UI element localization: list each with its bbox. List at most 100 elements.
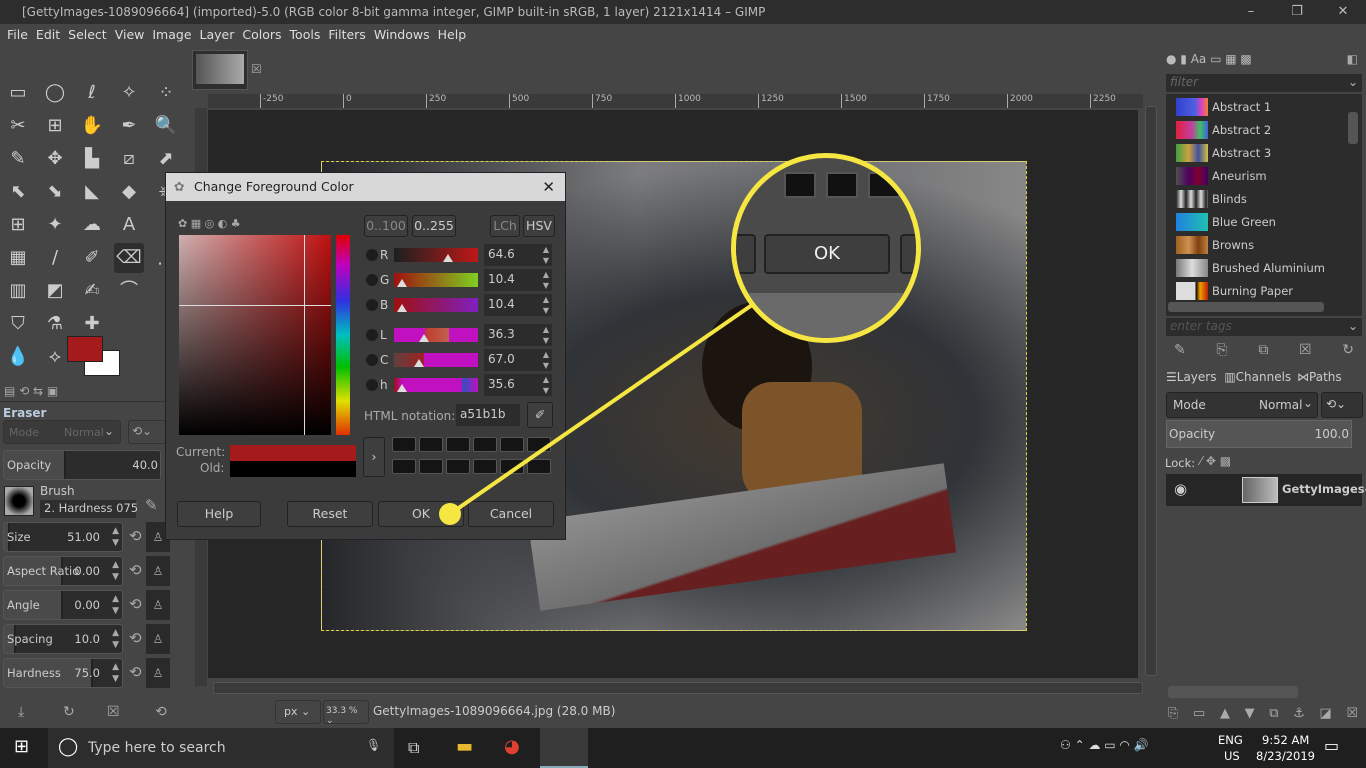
gradient-preview[interactable] (1176, 282, 1208, 300)
reset-param-icon[interactable]: ⟲ (129, 595, 142, 613)
refresh-gradients-icon[interactable]: ↻ (1342, 342, 1354, 358)
menu-help[interactable]: Help (434, 24, 471, 46)
paths-tool-icon[interactable]: ✋ (77, 111, 107, 141)
eyedropper-button[interactable]: ✐ (527, 402, 553, 428)
mode-select[interactable]: Mode Normal ⌄ (3, 420, 121, 444)
channel-radio-B[interactable] (366, 299, 378, 311)
tab-layers[interactable]: ☰Layers (1166, 370, 1216, 384)
reset-param-icon[interactable]: ⟲ (129, 663, 142, 681)
minimize-button[interactable]: – (1228, 0, 1274, 24)
gradient-name[interactable]: Brushed Aluminium (1212, 261, 1325, 275)
tab-channels[interactable]: ▥Channels (1224, 370, 1291, 384)
reset-param-icon[interactable]: ⟲ (129, 561, 142, 579)
rotate-tool-icon[interactable]: ⬉ (3, 177, 33, 207)
edit-gradient-icon[interactable]: ✎ (1174, 342, 1186, 358)
gradient-h-scrollbar[interactable] (1168, 302, 1324, 312)
image-tab-thumbnail[interactable] (192, 50, 248, 90)
close-button[interactable]: ✕ (1320, 0, 1366, 24)
gradient-name[interactable]: Aneurism (1212, 169, 1267, 183)
gradient-preview[interactable] (1176, 236, 1208, 254)
channel-R-slider[interactable] (394, 248, 478, 262)
raise-layer-icon[interactable]: ▲ (1220, 706, 1230, 721)
gradient-preview[interactable] (1176, 167, 1208, 185)
mypaint-tool-icon[interactable]: ✍ (77, 276, 107, 306)
hue-strip[interactable] (336, 235, 350, 435)
channel-L-value[interactable]: 36.3 ▲ ▼ (484, 324, 552, 346)
windows-start-icon[interactable]: ⊞ (14, 736, 29, 757)
channel-radio-L[interactable] (366, 329, 378, 341)
duplicate-gradient-icon[interactable]: ⧉ (1258, 342, 1268, 358)
rect-select-tool-icon[interactable]: ▭ (3, 78, 33, 108)
menu-tools[interactable]: Tools (286, 24, 325, 46)
scissors-tool-icon[interactable]: ✂ (3, 111, 33, 141)
taskbar-search[interactable]: ◯ Type here to search 🎙 (48, 728, 394, 768)
gradient-preview[interactable] (1176, 144, 1208, 162)
scale-tool-icon[interactable]: ⬊ (40, 177, 70, 207)
saturation-value-picker[interactable] (179, 235, 331, 435)
opacity-slider[interactable]: Opacity 40.0 (3, 450, 161, 480)
gradient-preview[interactable] (1176, 98, 1208, 116)
layer-composite-button[interactable]: ⟲⌄ (1321, 392, 1363, 418)
edit-brush-icon[interactable]: ✎ (145, 496, 158, 514)
shear-tool-icon[interactable]: ◣ (77, 177, 107, 207)
gradient-name[interactable]: Blinds (1212, 192, 1247, 206)
notifications-icon[interactable]: ▭ (1324, 736, 1339, 755)
mask-icon[interactable]: ◪ (1319, 706, 1331, 721)
system-tray-icons[interactable]: ⚇ ⌃ ☁ ▭ ◠ 🔊 (1060, 738, 1149, 752)
dodge-tool-icon[interactable]: ⟡ (40, 342, 70, 372)
color-history-swatch[interactable] (500, 437, 524, 452)
align-tool-icon[interactable]: ▙ (77, 144, 107, 174)
menu-layer[interactable]: Layer (196, 24, 239, 46)
new-layer-icon[interactable]: ⎘ (1168, 706, 1178, 721)
range-0-255-button[interactable]: 0..255 (412, 215, 456, 237)
layer-mode-select[interactable]: Mode Normal ⌄ (1166, 392, 1318, 418)
gradient-preview[interactable] (1176, 121, 1208, 139)
reset-param-icon[interactable]: ⟲ (129, 527, 142, 545)
channel-C-value[interactable]: 67.0 ▲ ▼ (484, 349, 552, 371)
lower-layer-icon[interactable]: ▼ (1245, 706, 1255, 721)
spin-arrows-icon[interactable]: ▲ ▼ (112, 559, 119, 583)
angle-slider[interactable]: Angle 0.00 ▲ ▼ (3, 590, 123, 620)
link-param-icon[interactable]: ♙ (146, 556, 170, 586)
color-history-swatch[interactable] (473, 459, 497, 474)
menu-select[interactable]: Select (64, 24, 111, 46)
channel-C-slider[interactable] (394, 353, 478, 367)
color-history-swatch[interactable] (473, 437, 497, 452)
gradient-name[interactable]: Abstract 2 (1212, 123, 1271, 137)
blur-tool-icon[interactable]: 💧 (3, 342, 33, 372)
color-history-swatch[interactable] (446, 437, 470, 452)
color-history-swatch[interactable] (500, 459, 524, 474)
spin-arrows-icon[interactable]: ▲ ▼ (112, 627, 119, 651)
perspective-tool-icon[interactable]: ◆ (114, 177, 144, 207)
color-history-swatch[interactable] (419, 437, 443, 452)
color-history-swatch[interactable] (527, 459, 551, 474)
fuzzy-select-tool-icon[interactable]: ✧ (114, 78, 144, 108)
gradient-preview[interactable] (1176, 213, 1208, 231)
spin-arrows-icon[interactable]: ▲ ▼ (112, 525, 119, 549)
warp-tool-icon[interactable]: ✦ (40, 210, 70, 240)
gradient-name[interactable]: Abstract 3 (1212, 146, 1271, 160)
close-tab-icon[interactable]: ☒ (251, 62, 262, 76)
help-button[interactable]: Help (177, 501, 261, 527)
visibility-eye-icon[interactable]: ◉ (1174, 480, 1187, 498)
menu-windows[interactable]: Windows (370, 24, 434, 46)
channel-h-value[interactable]: 35.6 ▲ ▼ (484, 374, 552, 396)
layer-name[interactable]: GettyImages- (1282, 482, 1366, 496)
delete-layer-icon[interactable]: ☒ (1346, 706, 1358, 721)
brush-name[interactable]: 2. Hardness 075 (40, 500, 138, 518)
hardness-slider[interactable]: Hardness 75.0 ▲ ▼ (3, 658, 123, 688)
color-history-swatch[interactable] (392, 459, 416, 474)
layers-scrollbar[interactable] (1168, 686, 1298, 698)
duplicate-layer-icon[interactable]: ⧉ (1269, 706, 1278, 721)
gradient-name[interactable]: Blue Green (1212, 215, 1276, 229)
language-indicator[interactable]: ENG (1218, 733, 1243, 747)
reset-param-icon[interactable]: ⟲ (129, 629, 142, 647)
new-group-icon[interactable]: ▭ (1193, 706, 1205, 721)
link-param-icon[interactable]: ♙ (146, 658, 170, 688)
range-0-100-button[interactable]: 0..100 (364, 215, 408, 237)
color-selector-tabs[interactable]: ✿ ▦ ◎ ◐ ♣ (178, 217, 241, 230)
brush-preview[interactable] (4, 486, 34, 516)
lock-pixels-icon[interactable]: ⁄ ✥ ▩ (1200, 454, 1231, 468)
crop-tool-icon[interactable]: ⧄ (114, 144, 144, 174)
horizontal-scrollbar[interactable] (213, 682, 1143, 694)
